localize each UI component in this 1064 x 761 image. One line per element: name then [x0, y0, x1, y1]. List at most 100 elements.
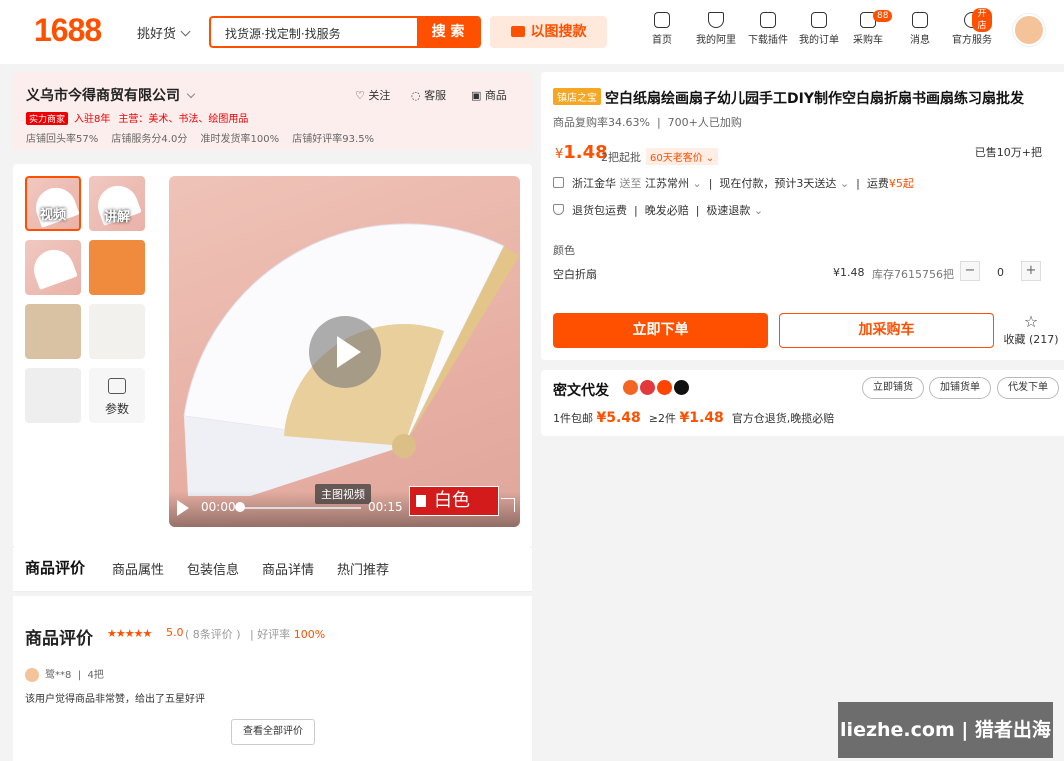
tab-packaging[interactable]: 包装信息 — [187, 559, 239, 578]
buy-now-button[interactable]: 立即下单 — [553, 313, 768, 348]
treasure-badge: 镇店之宝 — [553, 88, 601, 105]
shop-card: 义乌市今得商贸有限公司 ♡ 关注 ◌ 客服 ▣ 商品 实力商家 入驻8年 主营：美术… — [13, 72, 532, 150]
nav-download-plugin[interactable]: 下载插件 — [748, 12, 788, 46]
freight-label: 运费 — [866, 177, 889, 190]
two-plus-label: ≥2件 — [648, 412, 677, 425]
site-logo[interactable]: 1688 — [34, 12, 102, 49]
stat-service-score: 店铺服务分4.0分 — [111, 134, 188, 145]
tab-hot-recommend[interactable]: 热门推荐 — [337, 559, 389, 578]
thumb-explain[interactable]: 讲解 — [89, 176, 145, 231]
truck-icon — [553, 177, 564, 188]
guarantee-row[interactable]: 退货包运费 | 晚发必赔 | 极速退款 ⌄ — [553, 202, 763, 218]
overlay-text: 白色 — [434, 490, 470, 511]
review-user: 鹭**8 | 4把 — [25, 666, 104, 682]
shield-check-icon — [553, 204, 564, 215]
service-label: 客服 — [424, 89, 447, 102]
nav-my-ali[interactable]: 我的阿里 — [696, 12, 736, 46]
heart-icon: ♡ — [355, 89, 369, 102]
shop-goods-button[interactable]: ▣ 商品 — [471, 87, 507, 103]
years-badge: 入驻8年 — [74, 114, 111, 125]
video-progress-track[interactable] — [241, 507, 361, 509]
thumb-video[interactable]: 视频 — [25, 176, 81, 231]
play-small-icon[interactable] — [177, 500, 189, 516]
platform-2-icon — [640, 380, 655, 395]
sold-count: 已售10万+把 — [974, 146, 1042, 159]
search-input[interactable]: 找货源·找定制·找服务 — [225, 25, 341, 42]
chevron-down-icon: ⌄ — [839, 177, 850, 190]
old-customer-price[interactable]: 60天老客价 ⌄ — [646, 148, 719, 165]
detail-tabs: 商品评价 商品属性 包装信息 商品详情 热门推荐 — [13, 548, 532, 592]
pick-goods-dropdown[interactable]: 挑好货 — [137, 23, 191, 42]
list-now-button[interactable]: 立即铺货 — [862, 377, 924, 399]
ship-to-select[interactable]: 江苏常州 ⌄ — [645, 177, 702, 190]
shop-name[interactable]: 义乌市今得商贸有限公司 — [26, 85, 196, 105]
volume-icon[interactable] — [416, 495, 426, 507]
add-list-button[interactable]: 加铺货单 — [929, 377, 991, 399]
thumb-params[interactable]: 参数 — [89, 368, 145, 423]
nav-official-service[interactable]: 官方服务 开店 — [952, 8, 992, 46]
qty-input[interactable]: 0 — [997, 266, 1004, 279]
nav-purchase-cart[interactable]: 采购车 88 — [853, 10, 893, 46]
sku-option-name: 空白折扇 — [553, 268, 597, 281]
platform-logos — [623, 380, 691, 395]
search-button[interactable]: 搜 索 — [417, 18, 479, 46]
nav-my-orders[interactable]: 我的订单 — [799, 12, 839, 46]
pick-goods-label: 挑好货 — [137, 27, 177, 42]
play-icon[interactable] — [309, 316, 381, 388]
guarantee-item: 极速退款 — [706, 204, 751, 217]
add-to-cart-button[interactable]: 加采购车 — [779, 313, 994, 348]
dropship-heading: 密文代发 — [553, 383, 609, 399]
product-subline: 商品复购率34.63% | 700+人已加购 — [553, 116, 742, 129]
thumb-image[interactable] — [25, 240, 81, 295]
qty-minus-button[interactable]: − — [960, 261, 980, 281]
dropship-prices: 1件包邮 ¥5.48 ≥2件 ¥1.48 官方仓退货,晚揽必赔 — [553, 410, 834, 426]
review-qty: 4把 — [87, 670, 104, 681]
strength-merchant-badge: 实力商家 — [26, 112, 69, 125]
delivery-select[interactable]: 现在付款，预计3天送达 ⌄ — [719, 177, 849, 190]
main-video[interactable]: 主图视频 00:00 00:15 白色 — [169, 176, 520, 527]
camera-icon — [510, 26, 525, 37]
nav-messages[interactable]: 消息 — [910, 12, 930, 46]
qty-plus-button[interactable]: + — [1021, 261, 1041, 281]
thumb-image[interactable] — [89, 304, 145, 359]
nav-label: 下载插件 — [748, 35, 788, 46]
shield-icon — [708, 12, 724, 28]
product-info-panel: 镇店之宝 空白纸扇绘画扇子幼儿园手工DIY制作空白扇折扇书画扇练习扇批发 商品复购… — [541, 72, 1064, 360]
nav-label: 我的阿里 — [696, 35, 736, 46]
review-count: ( 8条评价 ) — [185, 628, 241, 641]
favorite-label: 收藏 (217) — [1003, 333, 1059, 346]
nav-label: 我的订单 — [799, 35, 839, 46]
follow-button[interactable]: ♡ 关注 — [355, 87, 390, 103]
chat-icon: ◌ — [411, 89, 425, 102]
thumb-image[interactable] — [89, 240, 145, 295]
chevron-down-icon: ⌄ — [753, 204, 764, 217]
favorite-button[interactable]: ☆ 收藏 (217) — [1003, 313, 1059, 347]
tab-details[interactable]: 商品详情 — [262, 559, 314, 578]
customer-service-button[interactable]: ◌ 客服 — [411, 87, 446, 103]
ship-from: 浙江金华 — [572, 177, 616, 190]
fullscreen-icon[interactable] — [501, 498, 515, 512]
nav-home[interactable]: 首页 — [652, 12, 672, 46]
dropship-order-button[interactable]: 代发下单 — [997, 377, 1059, 399]
thumb-image[interactable] — [25, 368, 81, 423]
chevron-down-icon: ⌄ — [692, 177, 702, 190]
avatar — [25, 668, 39, 682]
view-all-reviews-button[interactable]: 查看全部评价 — [231, 719, 315, 745]
avatar[interactable] — [1013, 14, 1045, 46]
good-rate-value: 100% — [293, 628, 326, 641]
reviews-section: 商品评价 ★★★★★ 5.0 ( 8条评价 ) | 好评率 100% 鹭**8 … — [13, 596, 532, 761]
nav-label: 消息 — [910, 35, 930, 46]
review-text: 该用户觉得商品非常赞，给出了五星好评 — [25, 694, 205, 705]
order-icon — [811, 12, 827, 28]
review-username: 鹭**8 — [45, 670, 72, 681]
chevron-down-icon: ⌄ — [705, 153, 715, 164]
dropship-panel: 密文代发 立即铺货 加铺货单 代发下单 1件包邮 ¥5.48 ≥2件 ¥1.48 官… — [541, 370, 1064, 436]
min-order: 2把起批 — [601, 151, 641, 164]
good-rate: | 好评率 100% — [250, 628, 326, 641]
video-progress-knob[interactable] — [235, 502, 245, 512]
single-price: ¥5.48 — [596, 410, 641, 426]
thumb-image[interactable] — [25, 304, 81, 359]
tab-reviews[interactable]: 商品评价 — [25, 557, 85, 578]
tab-attributes[interactable]: 商品属性 — [112, 559, 164, 578]
image-search-button[interactable]: 以图搜款 — [490, 16, 607, 48]
